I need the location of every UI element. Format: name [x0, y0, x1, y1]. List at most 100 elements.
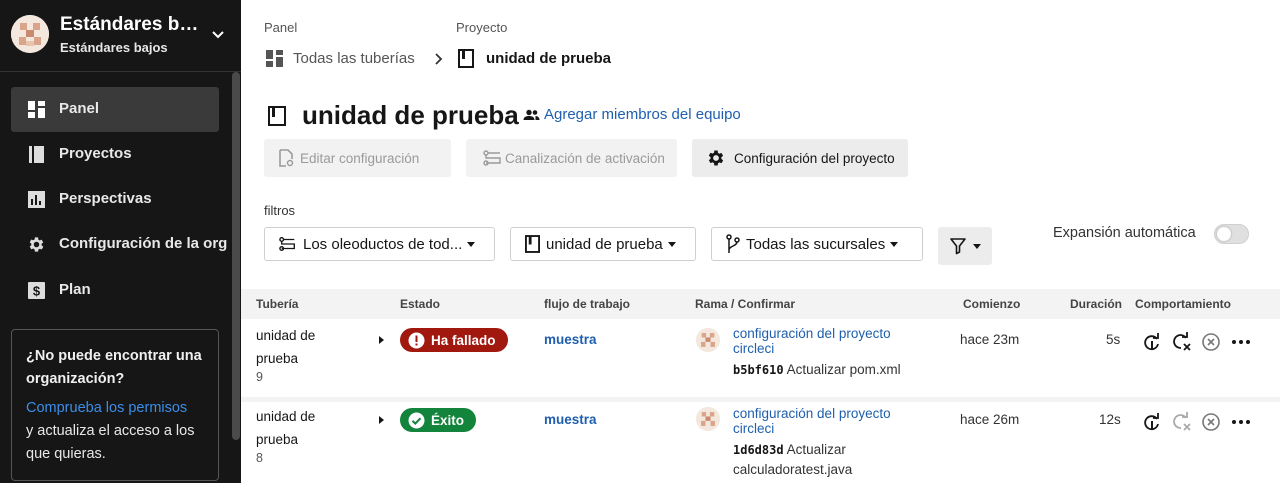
sidebar-item-plan[interactable]: $ Plan — [11, 268, 219, 313]
caret-down-icon — [890, 241, 899, 247]
column-header: flujo de trabajo — [544, 297, 631, 311]
dashboard-icon — [266, 49, 283, 67]
column-header: Duración — [1070, 297, 1123, 311]
chevron-right-icon — [435, 53, 443, 65]
dollar-icon: $ — [28, 282, 45, 299]
chevron-down-icon[interactable] — [209, 26, 227, 44]
column-header: Comienzo — [963, 297, 1021, 311]
column-header: Estado — [400, 297, 441, 311]
commit-sha[interactable]: b5bf610 — [733, 363, 784, 377]
more-icon[interactable] — [1231, 332, 1251, 352]
org-name: Estándares ba... — [60, 14, 202, 35]
rerun-failed-icon[interactable] — [1172, 332, 1192, 352]
dashboard-icon — [28, 101, 45, 118]
rerun-failed-icon — [1173, 412, 1191, 431]
expand-row-icon[interactable] — [379, 336, 384, 344]
trigger-pipeline-label: Canalización de activación — [505, 150, 665, 166]
check-circle-icon — [408, 412, 425, 428]
workflow-link[interactable]: muestra — [544, 412, 597, 427]
status-label: Éxito — [431, 412, 465, 428]
pipeline-name[interactable]: unidad de prueba — [256, 405, 376, 451]
branch-link[interactable]: configuración del proyecto circleci — [733, 326, 923, 356]
sidebar-item-org-settings[interactable]: Configuración de la org — [11, 222, 227, 267]
edit-config-button[interactable]: Editar configuración — [264, 139, 451, 177]
workflow-link[interactable]: muestra — [544, 332, 597, 347]
avatar — [696, 328, 720, 352]
rerun-icon[interactable] — [1142, 332, 1162, 352]
avatar — [696, 407, 720, 431]
trigger-pipeline-button[interactable]: Canalización de activación — [466, 139, 677, 177]
sidebar-item-projects[interactable]: Proyectos — [11, 132, 219, 177]
start-time: hace 26m — [960, 412, 1020, 427]
status-label: Ha fallado — [431, 332, 496, 348]
org-subtitle: Estándares bajos — [60, 40, 168, 55]
project-filter-value: unidad de prueba — [546, 235, 663, 253]
breadcrumb-all-pipelines[interactable]: Todas las tuberías — [265, 47, 415, 69]
add-members-link[interactable]: Agregar miembros del equipo — [523, 106, 741, 123]
cancel-icon[interactable] — [1201, 332, 1221, 352]
sidebar-scrollbar[interactable] — [232, 72, 240, 440]
more-icon[interactable] — [1231, 412, 1251, 432]
column-header: Rama / Confirmar — [695, 297, 796, 311]
pipelines-filter-select[interactable]: Los oleoductos de tod... — [264, 227, 495, 261]
commit-sha[interactable]: 1d6d83d — [733, 443, 784, 457]
branch-icon — [726, 234, 740, 253]
branch-filter-select[interactable]: Todas las sucursales — [711, 227, 923, 261]
sidebar-item-label: Configuración de la org — [59, 235, 228, 252]
pipeline-name[interactable]: unidad de prueba — [256, 324, 376, 370]
breadcrumb-project-label: unidad de prueba — [486, 49, 612, 67]
sidebar: Estándares ba... Estándares bajos Panel … — [0, 0, 241, 483]
help-box: ¿No puede encontrar una organización? Co… — [11, 329, 219, 481]
start-time: hace 23m — [960, 332, 1020, 347]
gear-icon — [29, 237, 44, 252]
commit-message: Actualizar pom.xml — [786, 362, 901, 377]
check-permissions-link[interactable]: Comprueba los permisos — [26, 397, 204, 420]
pipelines-filter-value: Los oleoductos de tod... — [303, 235, 463, 253]
toggle-knob — [1217, 227, 1231, 241]
pipeline-icon — [279, 237, 295, 251]
rerun-icon[interactable] — [1142, 412, 1162, 432]
auto-expand-label: Expansión automática — [1053, 225, 1196, 241]
edit-file-icon — [279, 149, 294, 167]
project-icon — [268, 106, 286, 126]
help-text: y actualiza el acceso a los que quieras. — [26, 423, 195, 462]
filter-icon — [950, 238, 966, 255]
sidebar-item-label: Perspectivas — [59, 190, 152, 207]
main-content: Panel Proyecto Todas las tuberías unidad… — [241, 0, 1280, 483]
status-badge: Ha fallado — [400, 328, 508, 352]
cancel-icon[interactable] — [1201, 412, 1221, 432]
advanced-filter-button[interactable] — [938, 227, 992, 265]
alert-icon — [408, 332, 425, 348]
sidebar-item-panel[interactable]: Panel — [11, 87, 219, 132]
project-settings-label: Configuración del proyecto — [734, 150, 895, 166]
table-row[interactable]: unidad de prueba 9 Ha fallado muestra con… — [241, 319, 1280, 397]
auto-expand-toggle[interactable] — [1214, 224, 1249, 244]
project-icon — [525, 235, 540, 253]
insights-icon — [28, 191, 45, 208]
caret-down-icon — [667, 241, 676, 247]
page-title: unidad de prueba — [302, 100, 519, 130]
sidebar-item-label: Proyectos — [59, 145, 132, 162]
table-row[interactable]: unidad de prueba 8 Éxito muestra configur… — [241, 402, 1280, 483]
gear-icon — [708, 150, 724, 166]
project-filter-select[interactable]: unidad de prueba — [510, 227, 696, 261]
branch-link[interactable]: configuración del proyecto circleci — [733, 406, 923, 436]
sidebar-item-insights[interactable]: Perspectivas — [11, 177, 219, 222]
pipeline-cell: unidad de prueba 9 — [256, 324, 376, 384]
filters-label: filtros — [264, 203, 296, 218]
table-header: Tubería Estado flujo de trabajo Rama / C… — [241, 289, 1280, 319]
breadcrumb-project[interactable]: unidad de prueba — [458, 47, 611, 69]
expand-row-icon[interactable] — [379, 416, 384, 424]
commit-info: 1d6d83d Actualizar calculadoratest.java — [733, 440, 883, 480]
status-badge: Éxito — [400, 408, 477, 432]
pipeline-number: 8 — [256, 451, 263, 465]
column-header: Comportamiento — [1135, 297, 1231, 311]
project-settings-button[interactable]: Configuración del proyecto — [692, 139, 908, 177]
org-avatar — [11, 15, 49, 53]
breadcrumb-all-pipelines-label: Todas las tuberías — [293, 49, 415, 67]
org-switcher[interactable]: Estándares ba... Estándares bajos — [0, 0, 241, 72]
branch-filter-value: Todas las sucursales — [746, 235, 886, 253]
help-title: ¿No puede encontrar una organización? — [26, 348, 202, 387]
project-icon — [458, 48, 474, 68]
breadcrumb-project-label: Proyecto — [456, 20, 508, 35]
